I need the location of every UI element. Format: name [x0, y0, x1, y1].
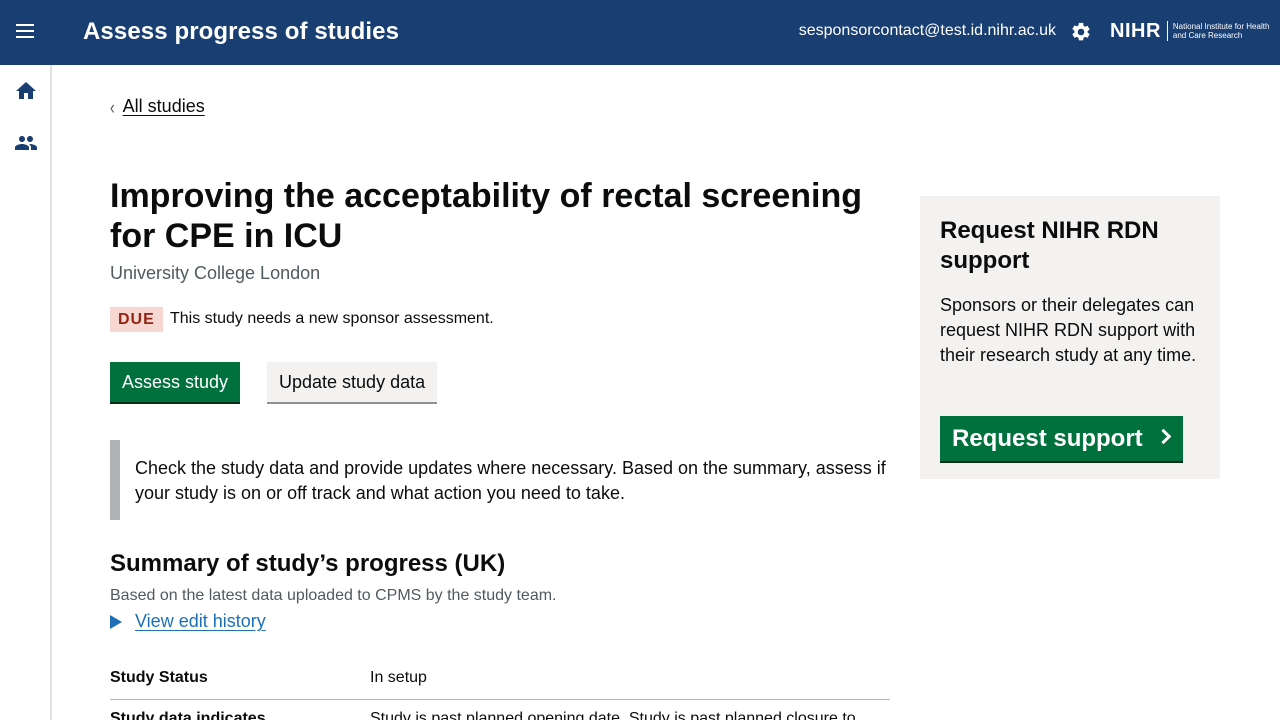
triangle-right-icon	[110, 614, 122, 629]
app-title: Assess progress of studies	[83, 18, 400, 45]
page-title: Improving the acceptability of rectal sc…	[110, 177, 862, 255]
support-panel-body: Sponsors or their delegates can request …	[940, 295, 1197, 365]
status-message: This study needs a new sponsor assessmen…	[170, 310, 494, 327]
sidebar	[0, 65, 52, 720]
app-header: Assess progress of studies sesponsorcont…	[0, 0, 1280, 65]
logo-subtext: National Institute for Health and Care R…	[1172, 22, 1270, 40]
request-support-button[interactable]: Request support	[940, 416, 1183, 461]
menu-icon[interactable]	[16, 24, 38, 42]
nihr-logo: NIHR National Institute for Health and C…	[1110, 19, 1278, 43]
home-icon[interactable]	[14, 79, 38, 103]
summary-value: Study is past planned opening date. Stud…	[370, 710, 856, 720]
inset-text-body: Check the study data and provide updates…	[135, 458, 886, 503]
inset-text: Check the study data and provide updates…	[110, 440, 890, 520]
gear-icon[interactable]	[1070, 21, 1092, 43]
chevron-left-icon: ‹	[110, 95, 115, 118]
edit-history-toggle[interactable]: View edit history	[110, 611, 266, 632]
user-email: sesponsorcontact@test.id.nihr.ac.uk	[798, 22, 1056, 39]
back-link[interactable]: ‹ All studies	[110, 95, 205, 118]
summary-heading: Summary of study’s progress (UK)	[110, 550, 506, 577]
summary-key: Study data indicates	[110, 710, 266, 720]
assess-study-button[interactable]: Assess study	[110, 362, 241, 402]
status-badge: DUE	[110, 307, 163, 332]
chevron-right-icon	[1155, 428, 1171, 445]
summary-row: Study data indicates Study is past plann…	[110, 710, 890, 720]
support-panel: Request NIHR RDN support Sponsors or the…	[920, 196, 1220, 479]
update-study-data-button[interactable]: Update study data	[267, 362, 438, 402]
summary-key: Study Status	[110, 669, 208, 686]
support-panel-heading: Request NIHR RDN support	[940, 217, 1159, 274]
summary-row: Study Status In setup	[110, 669, 890, 700]
logo-text: NIHR	[1110, 21, 1168, 41]
people-icon[interactable]	[14, 131, 38, 155]
summary-value: In setup	[370, 669, 427, 686]
request-support-label: Request support	[952, 425, 1143, 452]
edit-history-link[interactable]: View edit history	[135, 611, 266, 632]
organisation-name: University College London	[110, 263, 321, 283]
back-link-label[interactable]: All studies	[123, 96, 205, 117]
summary-subheading: Based on the latest data uploaded to CPM…	[110, 587, 557, 604]
